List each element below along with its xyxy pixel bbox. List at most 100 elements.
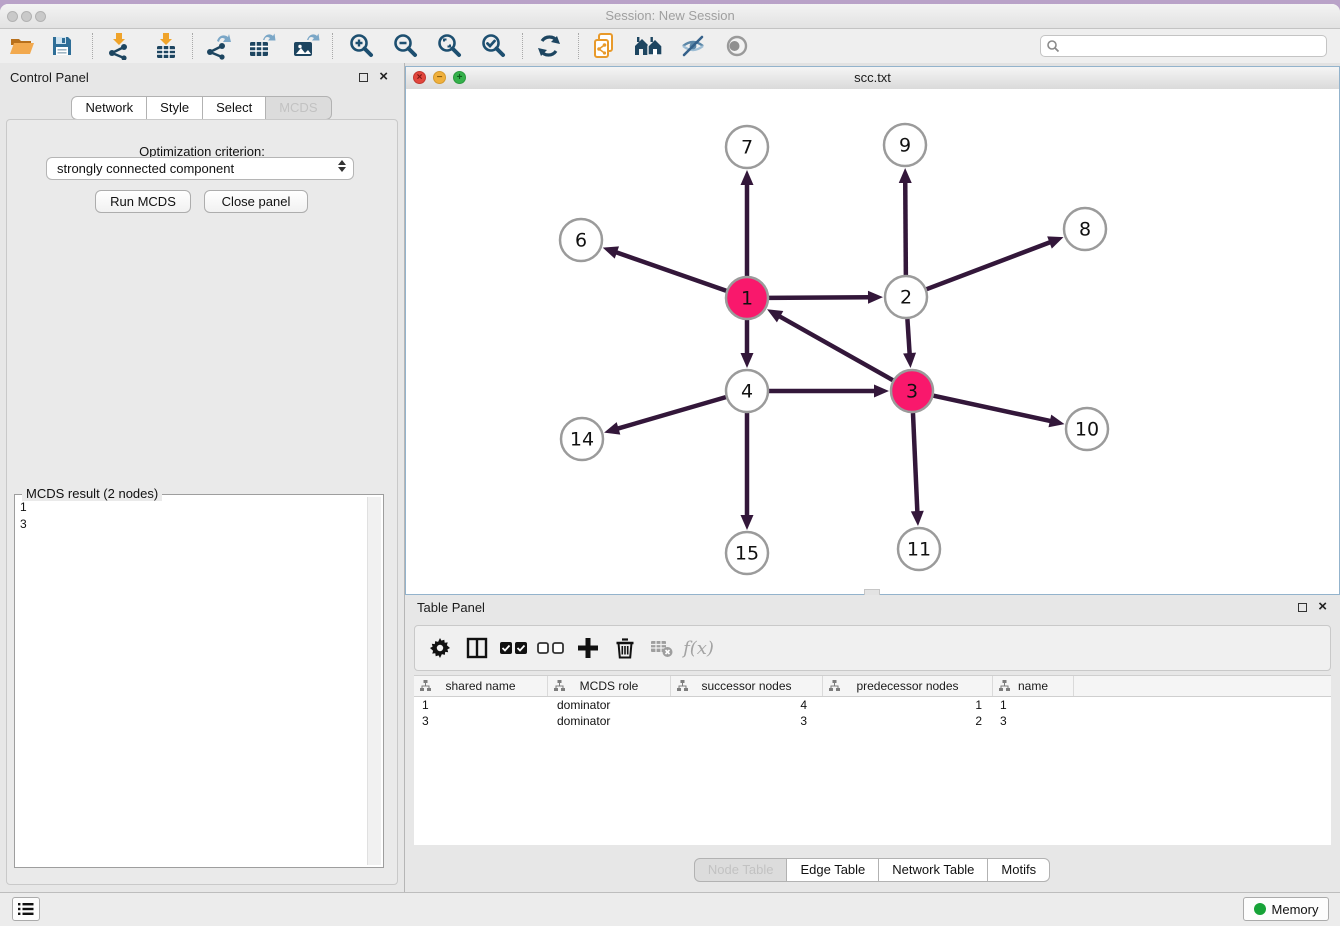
home-icon[interactable] [634,32,664,60]
delete-row-trash-icon[interactable] [606,633,643,663]
clone-network-icon[interactable] [589,32,619,60]
import-table-icon[interactable] [151,32,181,60]
graph-node-11[interactable]: 11 [898,528,940,570]
column-header-shared-name[interactable]: shared name [414,676,548,696]
edge-3-1[interactable] [778,316,892,381]
table-panel-title: Table Panel [417,600,485,615]
edge-3-10[interactable] [933,396,1051,422]
table-cell[interactable]: 4 [671,698,823,712]
svg-text:11: 11 [907,539,931,561]
settings-gear-icon[interactable] [421,633,458,663]
zoom-selected-icon[interactable] [479,32,509,60]
edge-2-3[interactable] [907,319,909,355]
table-cell[interactable]: 3 [993,714,1074,728]
edge-1-6[interactable] [615,252,726,291]
column-header-successor-nodes[interactable]: successor nodes [671,676,823,696]
close-table-panel-icon[interactable]: × [1318,598,1327,616]
table-cell[interactable]: 1 [823,698,993,712]
export-table-icon[interactable] [247,32,277,60]
save-floppy-icon[interactable] [47,32,77,60]
edge-3-11[interactable] [913,413,917,513]
edge-arrowhead [874,385,889,398]
graph-node-3[interactable]: 3 [891,370,933,412]
graph-node-1[interactable]: 1 [726,277,768,319]
column-header-name[interactable]: name [993,676,1074,696]
graph-node-10[interactable]: 10 [1066,408,1108,450]
result-scrollbar[interactable] [367,497,381,865]
float-table-panel-icon[interactable] [1298,603,1307,612]
criterion-dropdown[interactable]: strongly connected component [46,157,354,180]
table-cell[interactable]: dominator [548,714,671,728]
table-row[interactable]: 3dominator323 [414,713,1331,729]
close-panel-icon[interactable]: × [379,68,388,86]
tab-network-table[interactable]: Network Table [878,858,988,882]
run-mcds-button[interactable]: Run MCDS [95,190,191,213]
svg-text:10: 10 [1075,419,1099,441]
tab-mcds[interactable]: MCDS [265,96,331,120]
table-cell[interactable]: 1 [993,698,1074,712]
graph-node-6[interactable]: 6 [560,219,602,261]
tab-motifs[interactable]: Motifs [987,858,1050,882]
edge-1-2[interactable] [769,297,870,298]
export-image-icon[interactable] [291,32,321,60]
add-row-plus-icon[interactable] [569,633,606,663]
graph-node-14[interactable]: 14 [561,418,603,460]
table-cell[interactable]: 2 [823,714,993,728]
zoom-out-icon[interactable] [391,32,421,60]
function-builder-icon[interactable]: f(x) [680,633,717,663]
deselect-all-icon[interactable] [532,633,569,663]
table-toolbar: f(x) [414,625,1331,671]
panel-toggle-button[interactable] [12,897,40,921]
table-cell[interactable]: dominator [548,698,671,712]
graph-node-4[interactable]: 4 [726,370,768,412]
edge-arrowhead [1048,415,1064,428]
table-cell[interactable]: 1 [414,698,548,712]
tab-network[interactable]: Network [71,96,147,120]
graph-node-8[interactable]: 8 [1064,208,1106,250]
zoom-fit-icon[interactable] [435,32,465,60]
svg-text:2: 2 [900,287,912,309]
memory-button[interactable]: Memory [1243,897,1329,921]
delete-table-icon[interactable] [643,633,680,663]
edge-2-9[interactable] [905,181,906,275]
hide-results-eye-slash-icon[interactable] [678,32,708,60]
tab-node-table[interactable]: Node Table [694,858,788,882]
apply-layout-refresh-icon[interactable] [534,32,564,60]
table-cell[interactable]: 3 [414,714,548,728]
table-row[interactable]: 1dominator411 [414,697,1331,713]
column-header-MCDS-role[interactable]: MCDS role [548,676,671,696]
open-folder-icon[interactable] [7,32,37,60]
export-network-icon[interactable] [203,32,233,60]
zoom-in-icon[interactable] [347,32,377,60]
search-input[interactable] [1060,38,1326,54]
show-results-eye-icon[interactable] [722,32,752,60]
column-header-predecessor-nodes[interactable]: predecessor nodes [823,676,993,696]
graph-node-15[interactable]: 15 [726,532,768,574]
edge-arrowhead [603,246,619,258]
close-panel-button[interactable]: Close panel [204,190,308,213]
graph-node-2[interactable]: 2 [885,276,927,318]
table-tabs: Node TableEdge TableNetwork TableMotifs [405,858,1340,882]
import-network-icon[interactable] [103,32,133,60]
svg-text:7: 7 [741,137,753,159]
graph-node-7[interactable]: 7 [726,126,768,168]
search-box[interactable] [1040,35,1327,57]
window-titlebar[interactable]: Session: New Session [0,4,1340,29]
edge-arrowhead [741,170,754,185]
svg-text:3: 3 [906,381,918,403]
edge-4-14[interactable] [617,397,726,429]
table-cell[interactable]: 3 [671,714,823,728]
network-canvas[interactable]: 7 9 6 8 1 2 4 3 14 10 15 11 [406,89,1339,594]
select-all-checks-icon[interactable] [495,633,532,663]
tab-style[interactable]: Style [146,96,203,120]
edge-arrowhead [604,422,620,434]
tab-select[interactable]: Select [202,96,266,120]
graph-node-9[interactable]: 9 [884,124,926,166]
column-chooser-icon[interactable] [458,633,495,663]
network-frame-titlebar[interactable]: × − + scc.txt [406,67,1339,90]
mcds-result-text[interactable]: 1 3 [20,499,365,863]
float-panel-icon[interactable] [359,73,368,82]
svg-text:9: 9 [899,135,911,157]
tab-edge-table[interactable]: Edge Table [786,858,879,882]
edge-2-8[interactable] [927,242,1052,289]
